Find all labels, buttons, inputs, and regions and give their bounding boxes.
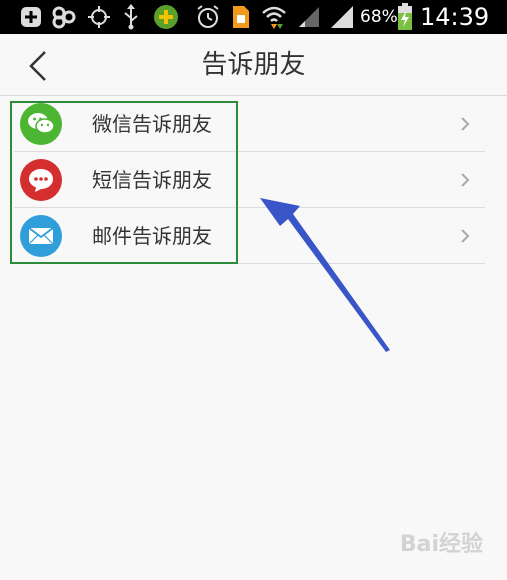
share-wechat-item[interactable]: 微信告诉朋友 [0,96,507,152]
watermark: Bai经验 [399,532,483,557]
wechat-icon [20,103,62,145]
sim-icon [230,0,252,34]
share-sms-label: 短信告诉朋友 [92,168,212,192]
back-button[interactable] [16,44,60,88]
chevron-right-icon [461,229,470,243]
usb-icon [120,0,142,34]
game-icon [152,0,180,34]
status-bar: 68% 14:39 [0,0,507,34]
app-bar: 告诉朋友 [0,34,507,96]
crosshair-icon [86,0,112,34]
mail-icon [20,215,62,257]
chevron-right-icon [461,173,470,187]
wifi-icon [260,0,288,34]
chevron-left-icon [29,51,46,81]
page-title: 告诉朋友 [201,50,306,80]
share-list: 微信告诉朋友 短信告诉朋友 邮件告诉朋友 [0,96,507,264]
battery-charging-icon [396,0,414,34]
share-sms-item[interactable]: 短信告诉朋友 [0,152,507,208]
divider [14,263,485,264]
gallery-icon [50,0,78,34]
battery-percent: 68% [360,7,398,27]
share-mail-label: 邮件告诉朋友 [92,224,212,248]
chevron-right-icon [461,117,470,131]
signal-weak-icon [296,0,322,34]
share-wechat-label: 微信告诉朋友 [92,112,212,136]
signal-icon [328,0,356,34]
alarm-icon [194,0,222,34]
clock: 14:39 [420,3,490,31]
sms-icon [20,159,62,201]
share-mail-item[interactable]: 邮件告诉朋友 [0,208,507,264]
add-icon [18,0,44,34]
